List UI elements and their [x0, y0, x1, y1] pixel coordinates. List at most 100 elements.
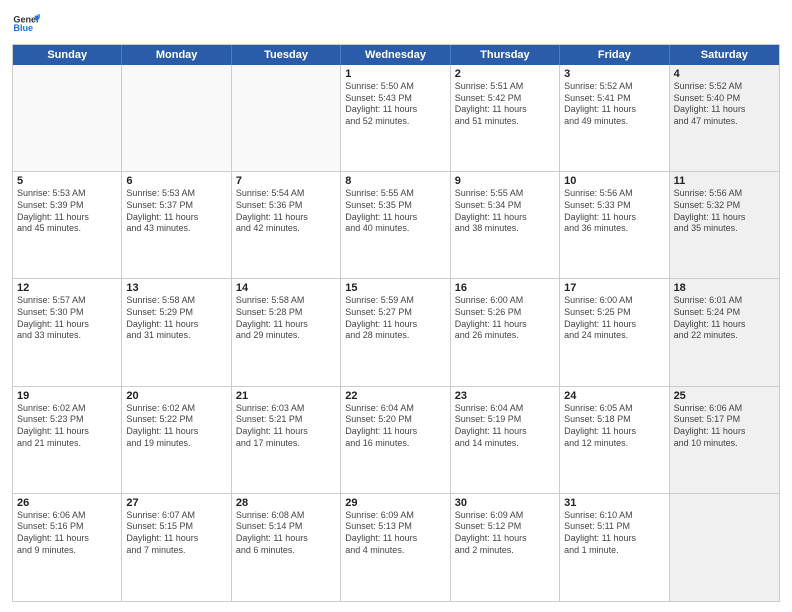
day-number: 7 — [236, 175, 336, 187]
week-row-1: 1Sunrise: 5:50 AM Sunset: 5:43 PM Daylig… — [13, 65, 779, 172]
day-cell: 21Sunrise: 6:03 AM Sunset: 5:21 PM Dayli… — [232, 387, 341, 493]
day-info: Sunrise: 5:55 AM Sunset: 5:34 PM Dayligh… — [455, 188, 555, 235]
day-info: Sunrise: 5:52 AM Sunset: 5:40 PM Dayligh… — [674, 81, 775, 128]
day-info: Sunrise: 5:53 AM Sunset: 5:37 PM Dayligh… — [126, 188, 226, 235]
day-info: Sunrise: 5:55 AM Sunset: 5:35 PM Dayligh… — [345, 188, 445, 235]
day-number: 5 — [17, 175, 117, 187]
day-cell: 20Sunrise: 6:02 AM Sunset: 5:22 PM Dayli… — [122, 387, 231, 493]
day-number: 23 — [455, 390, 555, 402]
day-info: Sunrise: 6:05 AM Sunset: 5:18 PM Dayligh… — [564, 403, 664, 450]
week-row-3: 12Sunrise: 5:57 AM Sunset: 5:30 PM Dayli… — [13, 279, 779, 386]
day-number: 25 — [674, 390, 775, 402]
day-info: Sunrise: 6:08 AM Sunset: 5:14 PM Dayligh… — [236, 510, 336, 557]
day-number: 14 — [236, 282, 336, 294]
day-number: 2 — [455, 68, 555, 80]
day-cell: 2Sunrise: 5:51 AM Sunset: 5:42 PM Daylig… — [451, 65, 560, 171]
header: General Blue — [12, 10, 780, 38]
day-info: Sunrise: 5:52 AM Sunset: 5:41 PM Dayligh… — [564, 81, 664, 128]
day-number: 11 — [674, 175, 775, 187]
day-cell — [13, 65, 122, 171]
calendar: SundayMondayTuesdayWednesdayThursdayFrid… — [12, 44, 780, 602]
logo-icon: General Blue — [12, 10, 40, 38]
day-cell: 31Sunrise: 6:10 AM Sunset: 5:11 PM Dayli… — [560, 494, 669, 601]
day-cell: 30Sunrise: 6:09 AM Sunset: 5:12 PM Dayli… — [451, 494, 560, 601]
week-row-4: 19Sunrise: 6:02 AM Sunset: 5:23 PM Dayli… — [13, 387, 779, 494]
day-info: Sunrise: 5:56 AM Sunset: 5:33 PM Dayligh… — [564, 188, 664, 235]
day-number: 20 — [126, 390, 226, 402]
day-cell: 10Sunrise: 5:56 AM Sunset: 5:33 PM Dayli… — [560, 172, 669, 278]
day-cell: 3Sunrise: 5:52 AM Sunset: 5:41 PM Daylig… — [560, 65, 669, 171]
day-number: 16 — [455, 282, 555, 294]
day-cell: 18Sunrise: 6:01 AM Sunset: 5:24 PM Dayli… — [670, 279, 779, 385]
day-number: 9 — [455, 175, 555, 187]
day-info: Sunrise: 5:53 AM Sunset: 5:39 PM Dayligh… — [17, 188, 117, 235]
day-info: Sunrise: 6:06 AM Sunset: 5:17 PM Dayligh… — [674, 403, 775, 450]
day-number: 26 — [17, 497, 117, 509]
day-header-wednesday: Wednesday — [341, 45, 450, 65]
day-number: 31 — [564, 497, 664, 509]
day-cell — [122, 65, 231, 171]
day-info: Sunrise: 6:02 AM Sunset: 5:23 PM Dayligh… — [17, 403, 117, 450]
day-cell: 15Sunrise: 5:59 AM Sunset: 5:27 PM Dayli… — [341, 279, 450, 385]
day-info: Sunrise: 6:02 AM Sunset: 5:22 PM Dayligh… — [126, 403, 226, 450]
day-header-thursday: Thursday — [451, 45, 560, 65]
day-number: 10 — [564, 175, 664, 187]
day-info: Sunrise: 5:58 AM Sunset: 5:29 PM Dayligh… — [126, 295, 226, 342]
day-info: Sunrise: 6:09 AM Sunset: 5:13 PM Dayligh… — [345, 510, 445, 557]
day-number: 8 — [345, 175, 445, 187]
day-cell: 13Sunrise: 5:58 AM Sunset: 5:29 PM Dayli… — [122, 279, 231, 385]
week-row-2: 5Sunrise: 5:53 AM Sunset: 5:39 PM Daylig… — [13, 172, 779, 279]
day-cell: 22Sunrise: 6:04 AM Sunset: 5:20 PM Dayli… — [341, 387, 450, 493]
day-number: 12 — [17, 282, 117, 294]
day-number: 28 — [236, 497, 336, 509]
day-header-monday: Monday — [122, 45, 231, 65]
day-header-friday: Friday — [560, 45, 669, 65]
day-number: 29 — [345, 497, 445, 509]
day-number: 13 — [126, 282, 226, 294]
day-number: 15 — [345, 282, 445, 294]
day-number: 17 — [564, 282, 664, 294]
day-info: Sunrise: 6:04 AM Sunset: 5:19 PM Dayligh… — [455, 403, 555, 450]
calendar-body: 1Sunrise: 5:50 AM Sunset: 5:43 PM Daylig… — [13, 65, 779, 601]
day-cell: 14Sunrise: 5:58 AM Sunset: 5:28 PM Dayli… — [232, 279, 341, 385]
day-number: 19 — [17, 390, 117, 402]
day-info: Sunrise: 5:59 AM Sunset: 5:27 PM Dayligh… — [345, 295, 445, 342]
day-cell: 9Sunrise: 5:55 AM Sunset: 5:34 PM Daylig… — [451, 172, 560, 278]
logo: General Blue — [12, 10, 40, 38]
day-info: Sunrise: 5:51 AM Sunset: 5:42 PM Dayligh… — [455, 81, 555, 128]
day-info: Sunrise: 5:54 AM Sunset: 5:36 PM Dayligh… — [236, 188, 336, 235]
day-info: Sunrise: 6:00 AM Sunset: 5:25 PM Dayligh… — [564, 295, 664, 342]
day-info: Sunrise: 6:03 AM Sunset: 5:21 PM Dayligh… — [236, 403, 336, 450]
day-number: 27 — [126, 497, 226, 509]
day-number: 1 — [345, 68, 445, 80]
day-cell: 26Sunrise: 6:06 AM Sunset: 5:16 PM Dayli… — [13, 494, 122, 601]
day-info: Sunrise: 5:57 AM Sunset: 5:30 PM Dayligh… — [17, 295, 117, 342]
day-cell: 28Sunrise: 6:08 AM Sunset: 5:14 PM Dayli… — [232, 494, 341, 601]
day-info: Sunrise: 6:04 AM Sunset: 5:20 PM Dayligh… — [345, 403, 445, 450]
day-cell: 19Sunrise: 6:02 AM Sunset: 5:23 PM Dayli… — [13, 387, 122, 493]
day-info: Sunrise: 5:58 AM Sunset: 5:28 PM Dayligh… — [236, 295, 336, 342]
day-cell — [670, 494, 779, 601]
day-info: Sunrise: 6:06 AM Sunset: 5:16 PM Dayligh… — [17, 510, 117, 557]
day-cell: 27Sunrise: 6:07 AM Sunset: 5:15 PM Dayli… — [122, 494, 231, 601]
svg-text:Blue: Blue — [13, 23, 33, 33]
day-cell: 29Sunrise: 6:09 AM Sunset: 5:13 PM Dayli… — [341, 494, 450, 601]
day-cell: 11Sunrise: 5:56 AM Sunset: 5:32 PM Dayli… — [670, 172, 779, 278]
day-number: 30 — [455, 497, 555, 509]
day-info: Sunrise: 5:50 AM Sunset: 5:43 PM Dayligh… — [345, 81, 445, 128]
day-headers: SundayMondayTuesdayWednesdayThursdayFrid… — [13, 45, 779, 65]
day-cell: 17Sunrise: 6:00 AM Sunset: 5:25 PM Dayli… — [560, 279, 669, 385]
day-header-tuesday: Tuesday — [232, 45, 341, 65]
day-cell: 12Sunrise: 5:57 AM Sunset: 5:30 PM Dayli… — [13, 279, 122, 385]
day-info: Sunrise: 6:09 AM Sunset: 5:12 PM Dayligh… — [455, 510, 555, 557]
day-cell: 25Sunrise: 6:06 AM Sunset: 5:17 PM Dayli… — [670, 387, 779, 493]
day-cell: 24Sunrise: 6:05 AM Sunset: 5:18 PM Dayli… — [560, 387, 669, 493]
day-number: 6 — [126, 175, 226, 187]
day-number: 3 — [564, 68, 664, 80]
day-info: Sunrise: 6:07 AM Sunset: 5:15 PM Dayligh… — [126, 510, 226, 557]
week-row-5: 26Sunrise: 6:06 AM Sunset: 5:16 PM Dayli… — [13, 494, 779, 601]
day-info: Sunrise: 6:00 AM Sunset: 5:26 PM Dayligh… — [455, 295, 555, 342]
day-info: Sunrise: 6:01 AM Sunset: 5:24 PM Dayligh… — [674, 295, 775, 342]
day-cell: 5Sunrise: 5:53 AM Sunset: 5:39 PM Daylig… — [13, 172, 122, 278]
day-header-saturday: Saturday — [670, 45, 779, 65]
